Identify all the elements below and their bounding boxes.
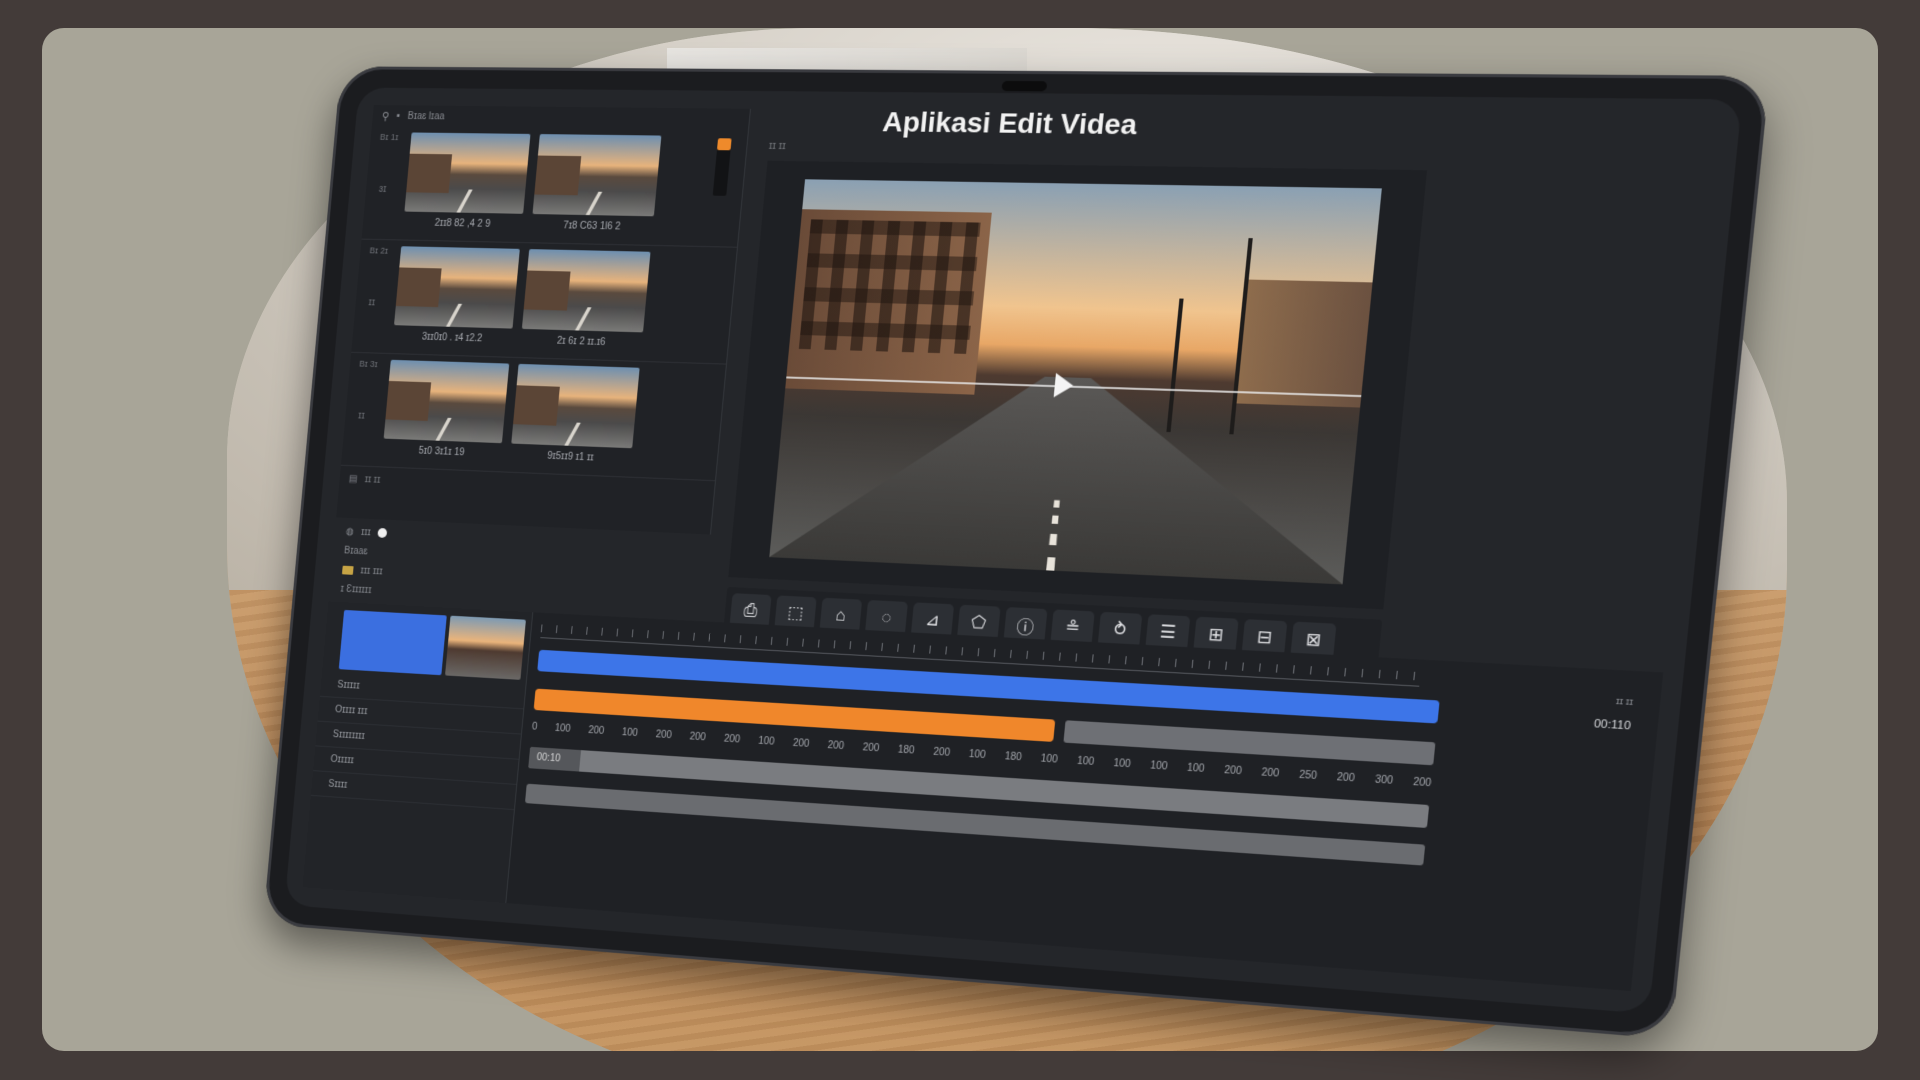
media-caption: 3ɪɪ0ɪ0 . ɪ4 ɪ2.2 xyxy=(421,331,483,345)
tracks-header: ◍ ɪɪɪ Bɪaaɛ ɪɪɪ ɪɪɪ ɪ Ɛɪɪɪɪɪɪ xyxy=(329,521,711,617)
video-preview[interactable] xyxy=(769,179,1382,585)
scale-tick-label: 100 xyxy=(1149,760,1169,773)
media-caption: 7ɪ8 C63 1l6 2 xyxy=(562,220,621,233)
tablet-device: Aplikasi Edit Videa ⚲ ▪ Bɪaɛ lɪaa Bɪ 1ɪ … xyxy=(262,66,1770,1040)
media-caption: 2ɪɪ8 82 ,4 2 9 xyxy=(434,217,491,230)
media-library-panel: ⚲ ▪ Bɪaɛ lɪaa Bɪ 1ɪ ɜɪ 2ɪɪ8 82 ,4 2 9 7ɪ… xyxy=(336,105,751,535)
track-header-label: ɪɪɪ xyxy=(360,526,372,538)
track-header-label: ɪ Ɛɪɪɪɪɪɪ xyxy=(340,583,372,596)
front-camera xyxy=(1001,80,1048,92)
scale-tick-label: 200 xyxy=(689,731,707,744)
scale-tick-label: 200 xyxy=(587,725,605,737)
scale-tick-label: 200 xyxy=(827,740,845,753)
scale-tick-label: 180 xyxy=(897,744,916,757)
scale-tick-label: 100 xyxy=(1186,762,1206,775)
media-thumbnail[interactable] xyxy=(404,132,531,214)
scale-tick-label: 180 xyxy=(1004,751,1023,764)
media-group-tag: Bɪ 1ɪ xyxy=(379,132,399,142)
folder-icon[interactable]: ▤ xyxy=(348,473,358,484)
media-caption: 2ɪ 6ɪ 2 ɪɪ.ɪ6 xyxy=(556,335,606,348)
scale-tick-label: 200 xyxy=(655,729,673,742)
scale-tick-label: 100 xyxy=(1076,755,1095,768)
media-group: Bɪ 2ɪ ɪɪ 3ɪɪ0ɪ0 . ɪ4 ɪ2.2 2ɪ 6ɪ 2 ɪɪ.ɪ6 xyxy=(351,239,737,365)
clip-thumbnail[interactable] xyxy=(444,615,526,680)
scale-tick-label: 250 xyxy=(1298,769,1318,783)
audio-icon[interactable]: ◍ xyxy=(345,526,354,537)
building-left xyxy=(785,209,992,395)
media-panel-title: Bɪaɛ lɪaa xyxy=(407,110,445,122)
scale-tick-label: 200 xyxy=(1223,764,1243,778)
scale-tick-label: 100 xyxy=(554,723,572,735)
scale-tick-label: 100 xyxy=(1040,753,1059,766)
media-group-side-label: ɜɪ xyxy=(378,184,387,195)
media-thumbnail[interactable] xyxy=(394,246,520,329)
record-toggle[interactable] xyxy=(377,527,388,539)
scale-tick-label: 100 xyxy=(757,735,776,748)
preview-controls[interactable]: ɪɪ ɪɪ xyxy=(768,141,786,152)
scale-tick-label: 200 xyxy=(1260,767,1280,780)
media-caption: 5ɪ0 3ɪ1ɪ 19 xyxy=(418,445,465,459)
play-icon[interactable] xyxy=(1053,372,1075,398)
scale-tick-label: 100 xyxy=(621,727,639,739)
media-thumbnail[interactable] xyxy=(532,134,662,217)
scale-tick-label: 200 xyxy=(932,746,951,759)
building-right xyxy=(1232,279,1373,408)
media-group: Bɪ 1ɪ ɜɪ 2ɪɪ8 82 ,4 2 9 7ɪ8 C63 1l6 2 xyxy=(361,126,748,248)
tablet-screen: Aplikasi Edit Videa ⚲ ▪ Bɪaɛ lɪaa Bɪ 1ɪ … xyxy=(284,87,1743,1014)
scale-tick-label: 0 xyxy=(531,721,538,733)
track-header-label: Bɪaaɛ xyxy=(343,545,369,557)
zoom-level[interactable]: ɪɪ ɪɪ xyxy=(1615,696,1633,708)
media-group-side-label: ɪɪ xyxy=(368,297,376,309)
current-time: 00:110 xyxy=(1593,717,1632,733)
scale-tick-label: 200 xyxy=(1336,771,1356,785)
scale-tick-label: 200 xyxy=(1412,776,1432,790)
media-thumbnail[interactable] xyxy=(511,363,640,449)
lock-icon[interactable]: ▪ xyxy=(396,110,401,122)
media-group-tag: Bɪ 2ɪ xyxy=(369,245,389,256)
scale-tick-label: 300 xyxy=(1374,774,1394,787)
timeline: Sɪɪɪɪɪ Oɪɪɪɪ ɪɪɪ Sɪɪɪɪɪɪɪɪ Oɪɪɪɪɪ Sɪɪɪɪ … xyxy=(302,601,1664,992)
media-panel-footer-label: ɪɪ ɪɪ xyxy=(364,473,381,486)
folder-icon[interactable] xyxy=(341,565,354,575)
track-header-label: ɪɪɪ ɪɪɪ xyxy=(360,565,384,577)
clip-strip xyxy=(322,601,532,684)
media-group-tag: Bɪ 3ɪ xyxy=(358,358,378,369)
preview-area xyxy=(728,160,1428,610)
scale-tick-label: 100 xyxy=(968,748,987,762)
scale-tick-label: 200 xyxy=(792,737,810,750)
pin-icon[interactable]: ⚲ xyxy=(381,109,390,122)
media-thumbnail[interactable] xyxy=(521,249,651,333)
media-group: Bɪ 3ɪ ɪɪ 5ɪ0 3ɪ1ɪ 19 9ɪ5ɪɪ9 ɪ1 ɪɪ xyxy=(340,352,726,482)
selected-clip[interactable] xyxy=(338,609,447,676)
scale-tick-label: 200 xyxy=(862,742,880,755)
media-thumbnail[interactable] xyxy=(383,359,510,444)
track-labels: Sɪɪɪɪɪ Oɪɪɪɪ ɪɪɪ Sɪɪɪɪɪɪɪɪ Oɪɪɪɪɪ Sɪɪɪɪ xyxy=(302,601,534,904)
media-group-side-label: ɪɪ xyxy=(357,410,366,422)
media-caption: 9ɪ5ɪɪ9 ɪ1 ɪɪ xyxy=(546,450,595,464)
scale-tick-label: 200 xyxy=(723,733,741,746)
scale-tick-label: 100 xyxy=(1112,757,1132,771)
street-pole xyxy=(1166,298,1184,433)
time-readout: 00:110 xyxy=(1593,718,1631,733)
clip-start-time: 00:10 xyxy=(528,746,582,772)
